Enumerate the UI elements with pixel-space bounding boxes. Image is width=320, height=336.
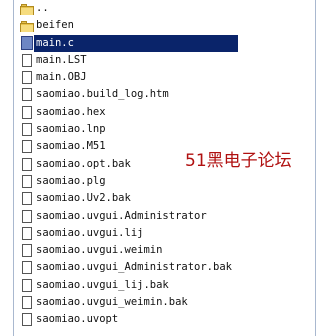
folder-icon bbox=[20, 1, 34, 16]
file-row[interactable]: main.LST bbox=[14, 52, 315, 69]
file-row[interactable]: saomiao.uvgui_Administrator.bak bbox=[14, 259, 315, 276]
file-name: saomiao.uvgui_Administrator.bak bbox=[36, 261, 232, 274]
file-row[interactable]: saomiao.uvgui_weimin.bak bbox=[14, 294, 315, 311]
c-source-icon bbox=[20, 35, 34, 51]
file-icon bbox=[20, 105, 34, 120]
watermark-text: 51黑电子论坛 bbox=[185, 151, 292, 171]
file-row[interactable]: saomiao.hex bbox=[14, 104, 315, 121]
file-icon bbox=[20, 70, 34, 85]
file-icon bbox=[20, 295, 34, 310]
file-name: main.LST bbox=[36, 53, 87, 66]
file-name: saomiao.uvgui_lij.bak bbox=[36, 278, 169, 291]
file-icon bbox=[20, 243, 34, 258]
file-row[interactable]: saomiao.lnp bbox=[14, 121, 315, 138]
file-icon bbox=[20, 122, 34, 137]
file-icon bbox=[20, 87, 34, 102]
file-icon bbox=[20, 209, 34, 224]
file-name: main.c bbox=[34, 34, 238, 52]
file-name: saomiao.Uv2.bak bbox=[36, 192, 131, 205]
file-row[interactable]: saomiao.build_log.htm bbox=[14, 86, 315, 103]
file-icon bbox=[20, 53, 34, 68]
file-name: saomiao.hex bbox=[36, 105, 106, 118]
file-row[interactable]: .. bbox=[14, 0, 315, 17]
file-icon bbox=[20, 157, 34, 172]
file-icon bbox=[20, 174, 34, 189]
file-icon bbox=[20, 260, 34, 275]
file-name: main.OBJ bbox=[36, 71, 87, 84]
file-row[interactable]: saomiao.uvgui_lij.bak bbox=[14, 277, 315, 294]
file-name: saomiao.uvopt bbox=[36, 313, 119, 326]
file-row[interactable]: main.OBJ bbox=[14, 69, 315, 86]
file-name: beifen bbox=[36, 19, 74, 32]
file-row[interactable]: saomiao.Uv2.bak bbox=[14, 190, 315, 207]
file-icon bbox=[20, 278, 34, 293]
file-name: saomiao.opt.bak bbox=[36, 157, 131, 170]
file-row[interactable]: saomiao.uvgui.weimin bbox=[14, 242, 315, 259]
file-name: saomiao.M51 bbox=[36, 140, 106, 153]
folder-icon bbox=[20, 18, 34, 33]
file-name: .. bbox=[36, 2, 49, 14]
file-row[interactable]: main.c bbox=[14, 34, 315, 52]
file-name: saomiao.build_log.htm bbox=[36, 88, 169, 101]
file-icon bbox=[20, 312, 34, 327]
file-name: saomiao.uvgui.weimin bbox=[36, 244, 163, 257]
file-name: saomiao.lnp bbox=[36, 123, 106, 136]
watermark: 51黑电子论坛 bbox=[185, 146, 292, 171]
file-name: saomiao.uvgui_weimin.bak bbox=[36, 296, 188, 309]
file-row[interactable]: saomiao.uvgui.Administrator bbox=[14, 208, 315, 225]
file-icon bbox=[20, 191, 34, 206]
file-row[interactable]: saomiao.uvgui.lij bbox=[14, 225, 315, 242]
file-name: saomiao.uvgui.lij bbox=[36, 226, 144, 239]
file-name: saomiao.uvgui.Administrator bbox=[36, 209, 207, 222]
file-row[interactable]: saomiao.plg bbox=[14, 173, 315, 190]
file-row[interactable]: saomiao.uvopt bbox=[14, 311, 315, 328]
file-icon bbox=[20, 139, 34, 154]
file-name: saomiao.plg bbox=[36, 174, 106, 187]
file-row[interactable]: beifen bbox=[14, 17, 315, 34]
file-icon bbox=[20, 226, 34, 241]
